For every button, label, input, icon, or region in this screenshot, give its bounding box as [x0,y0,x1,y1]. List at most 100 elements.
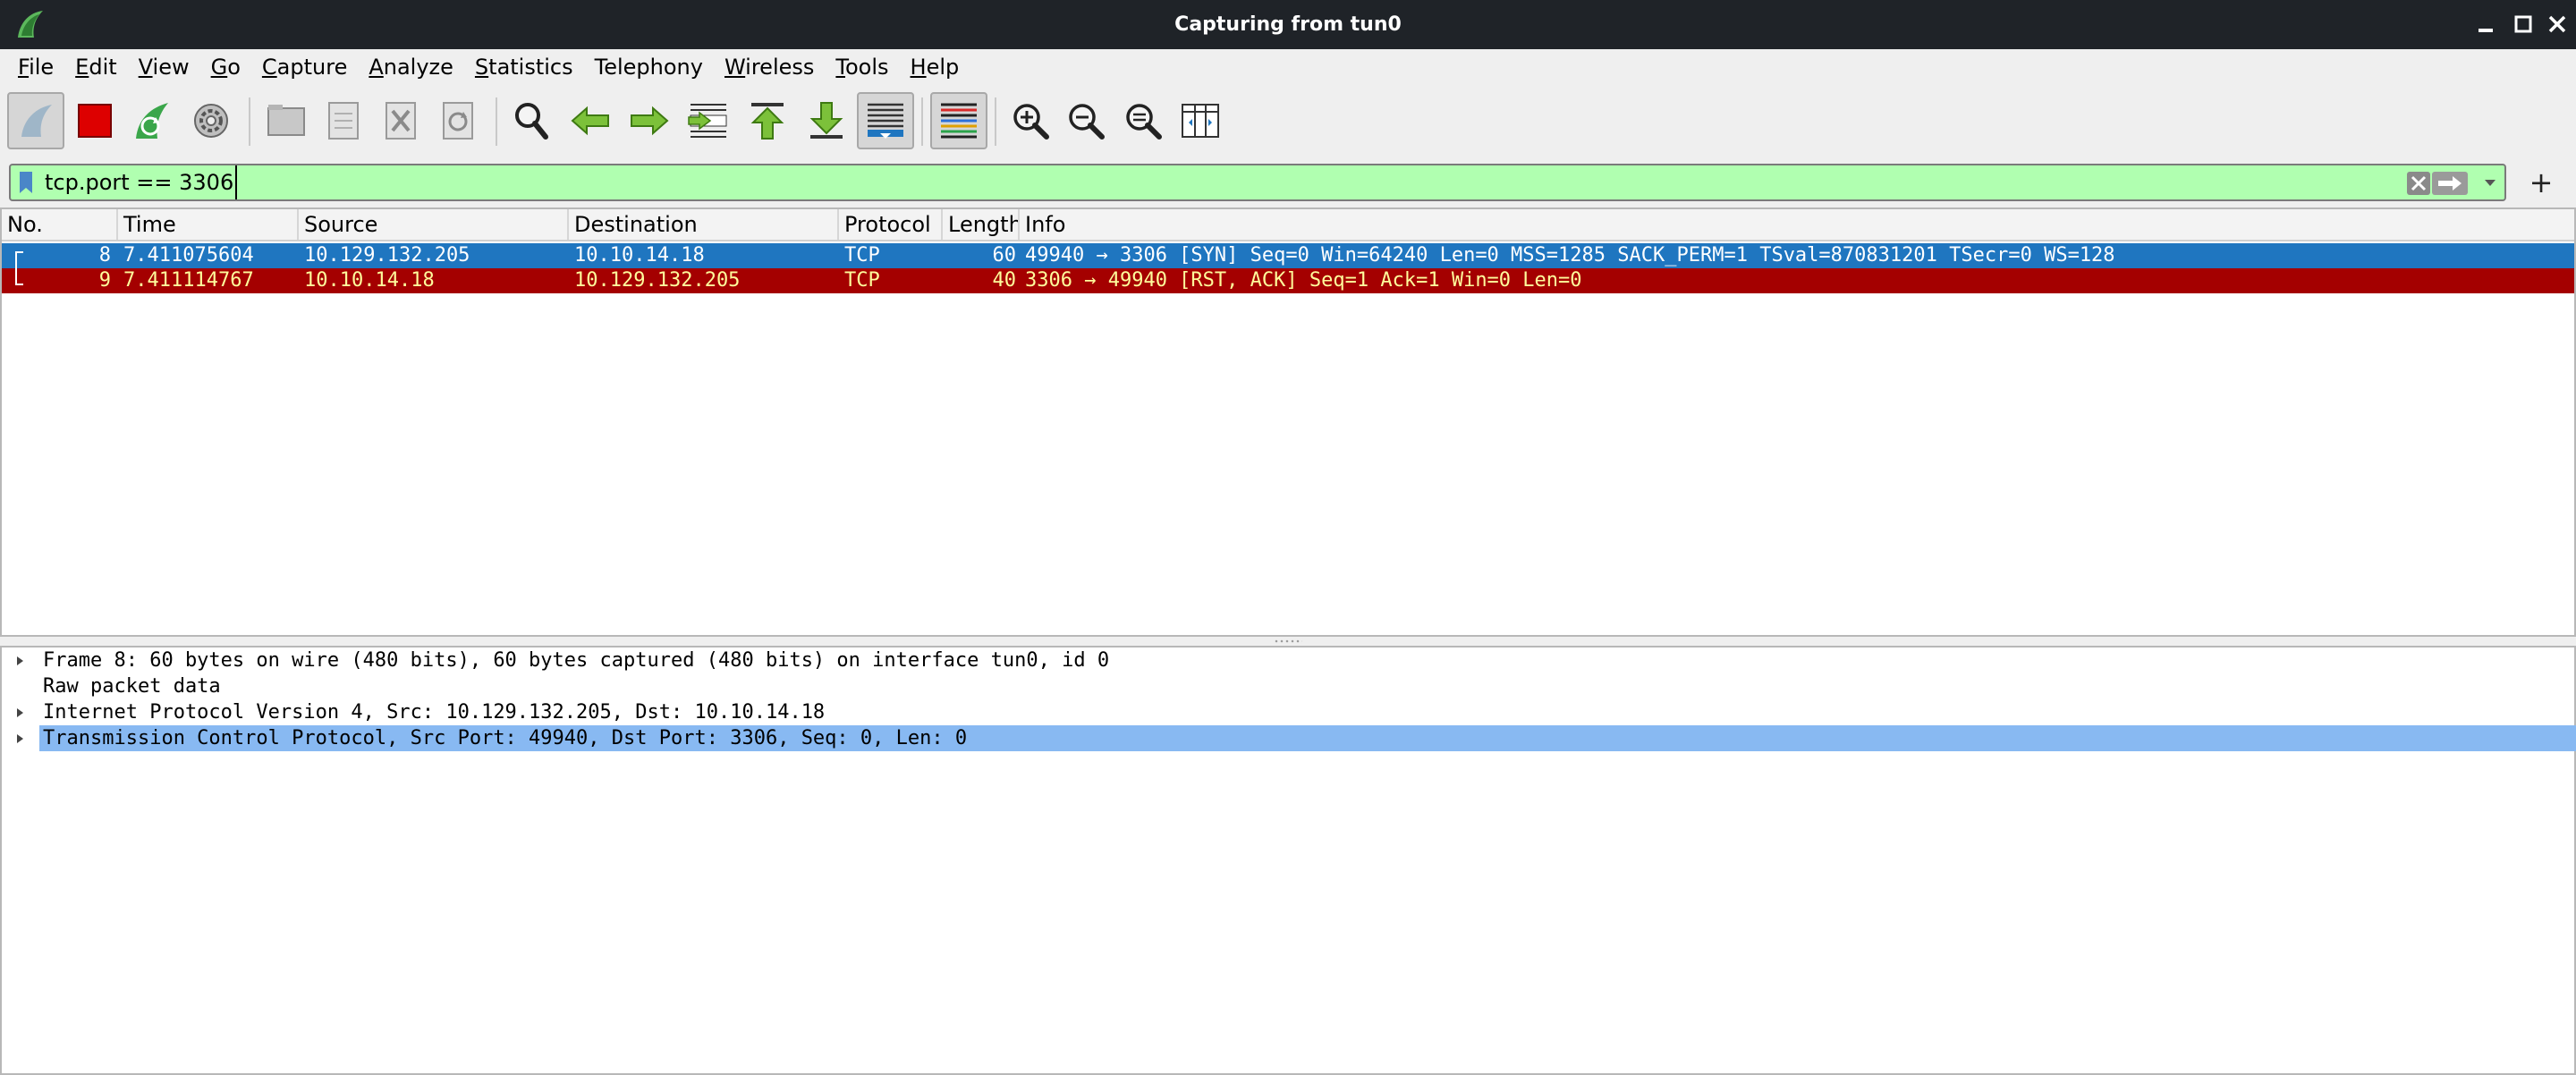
toolbar-separator [496,97,497,146]
go-forward-button[interactable] [621,92,678,149]
reload-file-button[interactable] [429,92,487,149]
normal-size-button[interactable] [1114,92,1172,149]
packet-protocol: TCP [844,244,880,267]
menu-item-tools[interactable]: Tools [825,49,899,85]
maximize-icon[interactable] [2508,9,2538,39]
last-packet-button[interactable] [798,92,855,149]
resize-columns-icon [1182,104,1219,138]
packet-no: 9 [98,269,111,292]
packet-info: 3306 → 49940 [RST, ACK] Seq=1 Ack=1 Win=… [1025,269,1582,292]
go-back-button[interactable] [562,92,619,149]
title-bar: Capturing from tun0 [0,0,2576,49]
toolbar-separator [921,97,923,146]
go-back-icon [571,106,609,136]
menu-item-file[interactable]: File [7,49,64,85]
capture-options-button[interactable] [182,92,240,149]
tree-item-frame[interactable]: Frame 8: 60 bytes on wire (480 bits), 60… [2,648,2574,673]
expand-arrow-icon[interactable] [14,707,25,719]
packet-row[interactable]: 9 7.411114767 10.10.14.18 10.129.132.205… [2,268,2574,293]
close-file-button[interactable] [372,92,429,149]
toolbar-separator [995,97,996,146]
shark-fin-start-icon [21,105,52,137]
menu-label: ools [844,55,889,80]
stop-capture-button[interactable] [66,92,123,149]
first-packet-button[interactable] [739,92,796,149]
menu-item-analyze[interactable]: Analyze [358,49,464,85]
packet-details-pane[interactable]: Frame 8: 60 bytes on wire (480 bits), 60… [0,646,2576,1075]
resize-columns-button[interactable] [1172,92,1229,149]
open-file-button[interactable] [258,92,315,149]
pane-splitter[interactable] [0,637,2576,646]
column-header-length[interactable]: Length [943,209,1020,240]
packet-protocol: TCP [844,269,880,292]
menu-item-view[interactable]: View [128,49,200,85]
colorize-icon [941,103,977,139]
menu-item-wireless[interactable]: Wireless [714,49,825,85]
normal-size-icon [1126,104,1162,140]
filter-history-dropdown-icon[interactable] [2483,177,2497,188]
tree-item-raw[interactable]: Raw packet data [2,673,2574,699]
menu-mnemonic: C [261,55,277,80]
zoom-out-button[interactable] [1057,92,1114,149]
packet-no: 8 [98,244,111,267]
colorize-button[interactable] [930,92,987,149]
menu-item-statistics[interactable]: Statistics [464,49,584,85]
menu-label: apture [276,55,348,80]
first-packet-icon [750,103,784,140]
add-filter-button-plus-icon[interactable]: + [2519,158,2563,207]
start-capture-button[interactable] [7,92,64,149]
menu-mnemonic: G [210,55,228,80]
clear-filter-icon[interactable] [2406,171,2431,196]
menu-mnemonic: H [910,55,927,80]
go-to-packet-icon [688,104,727,138]
column-header-destination[interactable]: Destination [569,209,839,240]
bookmark-icon[interactable] [18,171,34,194]
close-file-icon [386,102,416,140]
packet-list-pane[interactable]: No. Time Source Destination Protocol Len… [0,207,2576,637]
menu-mnemonic: W [724,55,746,80]
tree-item-label: Frame 8: 60 bytes on wire (480 bits), 60… [43,649,1110,672]
stop-capture-icon [78,104,112,138]
close-window-icon[interactable] [2542,9,2572,39]
column-header-info[interactable]: Info [1020,209,2574,240]
toolbar-separator [249,97,250,146]
autoscroll-button[interactable] [857,92,914,149]
packet-row[interactable]: 8 7.411075604 10.129.132.205 10.10.14.18… [2,243,2574,268]
expand-arrow-icon[interactable] [14,655,25,667]
save-file-button[interactable] [315,92,372,149]
expand-arrow-icon[interactable] [14,732,25,745]
menu-item-telephony[interactable]: Telephony [584,49,714,85]
menu-mnemonic: E [75,55,89,80]
menu-label: o [227,55,241,80]
packet-info: 49940 → 3306 [SYN] Seq=0 Win=64240 Len=0… [1025,244,2115,267]
menu-item-capture[interactable]: Capture [251,49,358,85]
column-header-no[interactable]: No. [2,209,118,240]
display-filter-input[interactable]: tcp.port == 3306 [9,164,2506,201]
menu-item-edit[interactable]: Edit [64,49,127,85]
go-to-packet-button[interactable] [680,92,737,149]
restart-capture-button[interactable] [123,92,181,149]
find-packet-button[interactable] [503,92,560,149]
tree-item-label: Internet Protocol Version 4, Src: 10.129… [43,701,826,724]
column-header-time[interactable]: Time [118,209,299,240]
menu-item-go[interactable]: Go [200,49,251,85]
minimize-icon[interactable] [2470,9,2501,39]
tree-item-tcp[interactable]: Transmission Control Protocol, Src Port:… [2,725,2576,751]
packet-destination: 10.129.132.205 [574,269,741,292]
zoom-in-button[interactable] [1002,92,1059,149]
menu-item-help[interactable]: Help [900,49,970,85]
apply-filter-icon[interactable] [2431,171,2469,196]
tree-item-ipv4[interactable]: Internet Protocol Version 4, Src: 10.129… [2,699,2574,725]
main-toolbar [0,85,2576,158]
column-header-protocol[interactable]: Protocol [839,209,943,240]
menu-mnemonic: S [474,55,489,80]
packet-list-header: No. Time Source Destination Protocol Len… [2,209,2574,241]
filter-text[interactable]: tcp.port == 3306 [45,165,238,199]
menu-mnemonic: V [138,55,153,80]
column-header-source[interactable]: Source [299,209,569,240]
go-forward-icon [631,106,669,136]
open-file-icon [267,105,305,136]
menu-label: Telephony [594,55,703,80]
splitter-grip [1274,639,1302,643]
display-filter-bar: tcp.port == 3306 + [0,158,2576,207]
